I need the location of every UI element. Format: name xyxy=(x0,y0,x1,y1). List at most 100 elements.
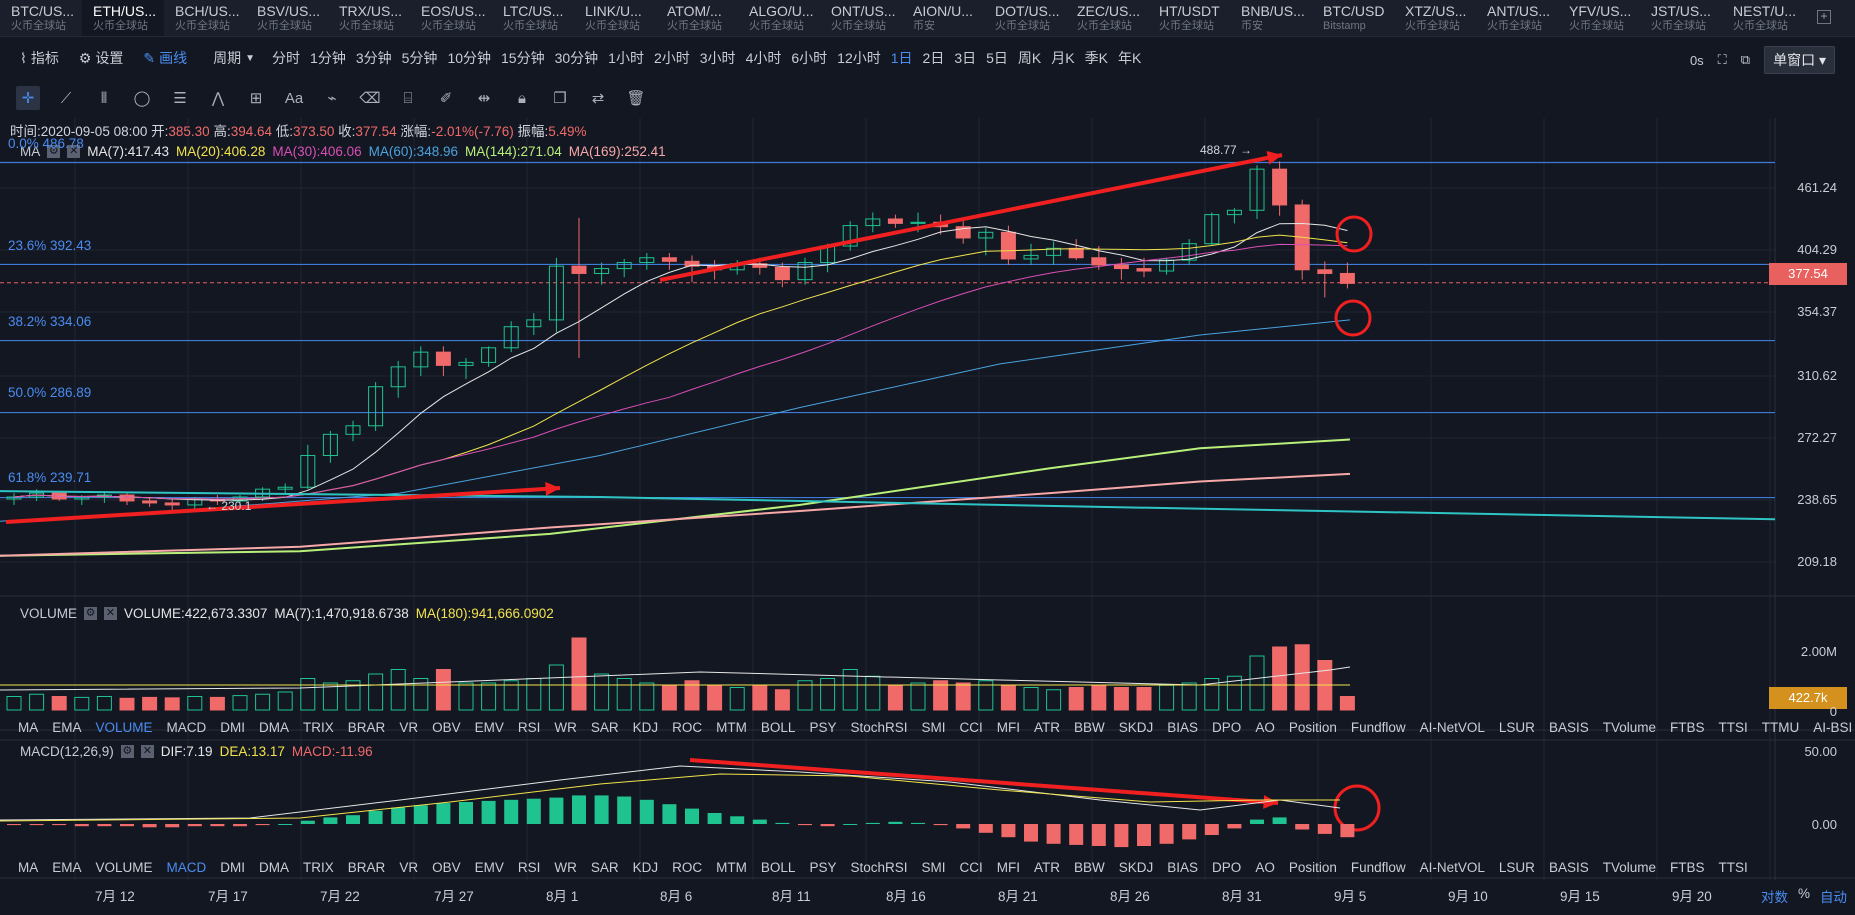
lock-icon[interactable]: 🔒︎ xyxy=(510,86,534,110)
symbol-tab[interactable]: BCH/US... 火币全球站 xyxy=(164,0,246,36)
indicator-option[interactable]: AI-NetVOL xyxy=(1420,720,1485,735)
indicator-option[interactable]: BASIS xyxy=(1549,860,1589,875)
screenshot-icon[interactable]: ⧉ xyxy=(1741,52,1750,68)
indicator-option[interactable]: BASIS xyxy=(1549,720,1589,735)
indicator-option[interactable]: TRIX xyxy=(303,860,334,875)
indicator-option[interactable]: TTSI xyxy=(1719,860,1748,875)
indicator-option[interactable]: RSI xyxy=(518,860,541,875)
symbol-tab[interactable]: LTC/US... 火币全球站 xyxy=(492,0,574,36)
indicator-option[interactable]: MFI xyxy=(997,720,1020,735)
indicator-option[interactable]: PSY xyxy=(809,860,836,875)
period-option[interactable]: 4小时 xyxy=(741,48,787,68)
indicator-option[interactable]: OBV xyxy=(432,720,461,735)
brush-icon[interactable]: ✐ xyxy=(434,86,458,110)
period-option[interactable]: 2日 xyxy=(918,48,950,68)
indicator-option[interactable]: DMI xyxy=(220,720,245,735)
indicator-option[interactable]: TVolume xyxy=(1603,720,1656,735)
indicator-option[interactable]: MA xyxy=(18,860,38,875)
period-option[interactable]: 3分钟 xyxy=(351,48,397,68)
indicator-option[interactable]: BOLL xyxy=(761,720,796,735)
period-option[interactable]: 3小时 xyxy=(695,48,741,68)
indicator-option[interactable]: TTSI xyxy=(1719,720,1748,735)
period-option[interactable]: 12小时 xyxy=(832,48,886,68)
symbol-tab[interactable]: XTZ/US... 火币全球站 xyxy=(1394,0,1476,36)
period-option[interactable]: 5分钟 xyxy=(397,48,443,68)
indicator-button[interactable]: ⌇ 指标 xyxy=(20,48,59,68)
indicator-option[interactable]: MFI xyxy=(997,860,1020,875)
indicator-option[interactable]: TRIX xyxy=(303,720,334,735)
crosshair-icon[interactable]: ✛ xyxy=(16,86,40,110)
trash-icon[interactable]: 🗑︎ xyxy=(624,86,648,110)
symbol-tab[interactable]: BTC/USD Bitstamp xyxy=(1312,0,1394,36)
symbol-tab[interactable]: ONT/US... 火币全球站 xyxy=(820,0,902,36)
indicator-option[interactable]: MACD xyxy=(167,860,207,875)
period-option[interactable]: 2小时 xyxy=(649,48,695,68)
symbol-tab[interactable]: YFV/US... 火币全球站 xyxy=(1558,0,1640,36)
indicator-option[interactable]: AI-NetVOL xyxy=(1420,860,1485,875)
symbol-tab[interactable]: TRX/US... 火币全球站 xyxy=(328,0,410,36)
symbol-tab[interactable]: NEST/U... 火币全球站 xyxy=(1722,0,1804,36)
add-tab-button[interactable]: + xyxy=(1817,10,1831,24)
symbol-tab[interactable]: ETH/US... 火币全球站 xyxy=(82,0,164,36)
symbol-tab[interactable]: ALGO/U... 火币全球站 xyxy=(738,0,820,36)
symbol-tab[interactable]: BSV/US... 火币全球站 xyxy=(246,0,328,36)
indicator-option[interactable]: VR xyxy=(399,860,418,875)
indicator-option[interactable]: VR xyxy=(399,720,418,735)
period-option[interactable]: 30分钟 xyxy=(550,48,604,68)
indicator-option[interactable]: EMV xyxy=(475,720,504,735)
indicator-option[interactable]: CCI xyxy=(960,860,983,875)
window-mode-select[interactable]: 单窗口 ▾ xyxy=(1764,46,1835,74)
channel-icon[interactable]: ⫴ xyxy=(92,86,116,110)
macd-settings-icon[interactable]: ⚙ xyxy=(120,745,134,758)
auto-scale-toggle[interactable]: 自动 xyxy=(1820,886,1847,906)
log-scale-toggle[interactable]: 对数 xyxy=(1761,886,1788,906)
indicator-option[interactable]: DMI xyxy=(220,860,245,875)
indicator-option[interactable]: StochRSI xyxy=(850,720,907,735)
indicator-option[interactable]: MA xyxy=(18,720,38,735)
indicator-option[interactable]: SAR xyxy=(591,860,619,875)
period-option[interactable]: 15分钟 xyxy=(496,48,550,68)
macd-close-icon[interactable]: ✕ xyxy=(140,745,154,758)
symbol-tab[interactable]: BTC/US... 火币全球站 xyxy=(0,0,82,36)
symbol-tab[interactable]: ANT/US... 火币全球站 xyxy=(1476,0,1558,36)
indicator-option[interactable]: AO xyxy=(1255,720,1275,735)
indicator-option[interactable]: MTM xyxy=(716,860,747,875)
ellipse-icon[interactable]: ◯ xyxy=(130,86,154,110)
indicator-option[interactable]: BBW xyxy=(1074,860,1105,875)
indicator-option[interactable]: DPO xyxy=(1212,860,1241,875)
period-option[interactable]: 10分钟 xyxy=(442,48,496,68)
symbol-tab[interactable]: BNB/US... 币安 xyxy=(1230,0,1312,36)
period-option[interactable]: 3日 xyxy=(949,48,981,68)
period-option[interactable]: 年K xyxy=(1113,48,1146,68)
grid-tool-icon[interactable]: ⊞ xyxy=(244,86,268,110)
period-option[interactable]: 月K xyxy=(1046,48,1079,68)
indicator-option[interactable]: SMI xyxy=(921,860,945,875)
period-option[interactable]: 周K xyxy=(1013,48,1046,68)
indicator-option[interactable]: DMA xyxy=(259,720,289,735)
indicator-option[interactable]: KDJ xyxy=(633,860,659,875)
indicator-option[interactable]: SAR xyxy=(591,720,619,735)
period-option[interactable]: 1分钟 xyxy=(305,48,351,68)
indicator-option[interactable]: ATR xyxy=(1034,720,1060,735)
fullscreen-icon[interactable]: ⛶ xyxy=(1718,52,1727,68)
indicator-option[interactable]: KDJ xyxy=(633,720,659,735)
period-option[interactable]: 分时 xyxy=(267,48,305,68)
indicator-option[interactable]: WR xyxy=(554,860,577,875)
indicator-option[interactable]: SKDJ xyxy=(1119,720,1154,735)
indicator-option[interactable]: LSUR xyxy=(1499,860,1535,875)
indicator-option[interactable]: BRAR xyxy=(348,720,386,735)
indicator-option[interactable]: EMV xyxy=(475,860,504,875)
chart-area[interactable] xyxy=(0,118,1855,915)
indicator-option[interactable]: SMI xyxy=(921,720,945,735)
indicator-option[interactable]: EMA xyxy=(52,860,81,875)
symbol-tab[interactable]: ATOM/... 火币全球站 xyxy=(656,0,738,36)
indicator-option[interactable]: BIAS xyxy=(1167,720,1198,735)
replace-icon[interactable]: ⇄ xyxy=(586,86,610,110)
indicator-option[interactable]: FTBS xyxy=(1670,720,1705,735)
indicator-option[interactable]: FTBS xyxy=(1670,860,1705,875)
period-option[interactable]: 5日 xyxy=(981,48,1013,68)
indicator-option[interactable]: BOLL xyxy=(761,860,796,875)
symbol-tab[interactable]: DOT/US... 火币全球站 xyxy=(984,0,1066,36)
indicator-option[interactable]: TTMU xyxy=(1762,720,1800,735)
settings-button[interactable]: ⚙ 设置 xyxy=(79,48,124,68)
